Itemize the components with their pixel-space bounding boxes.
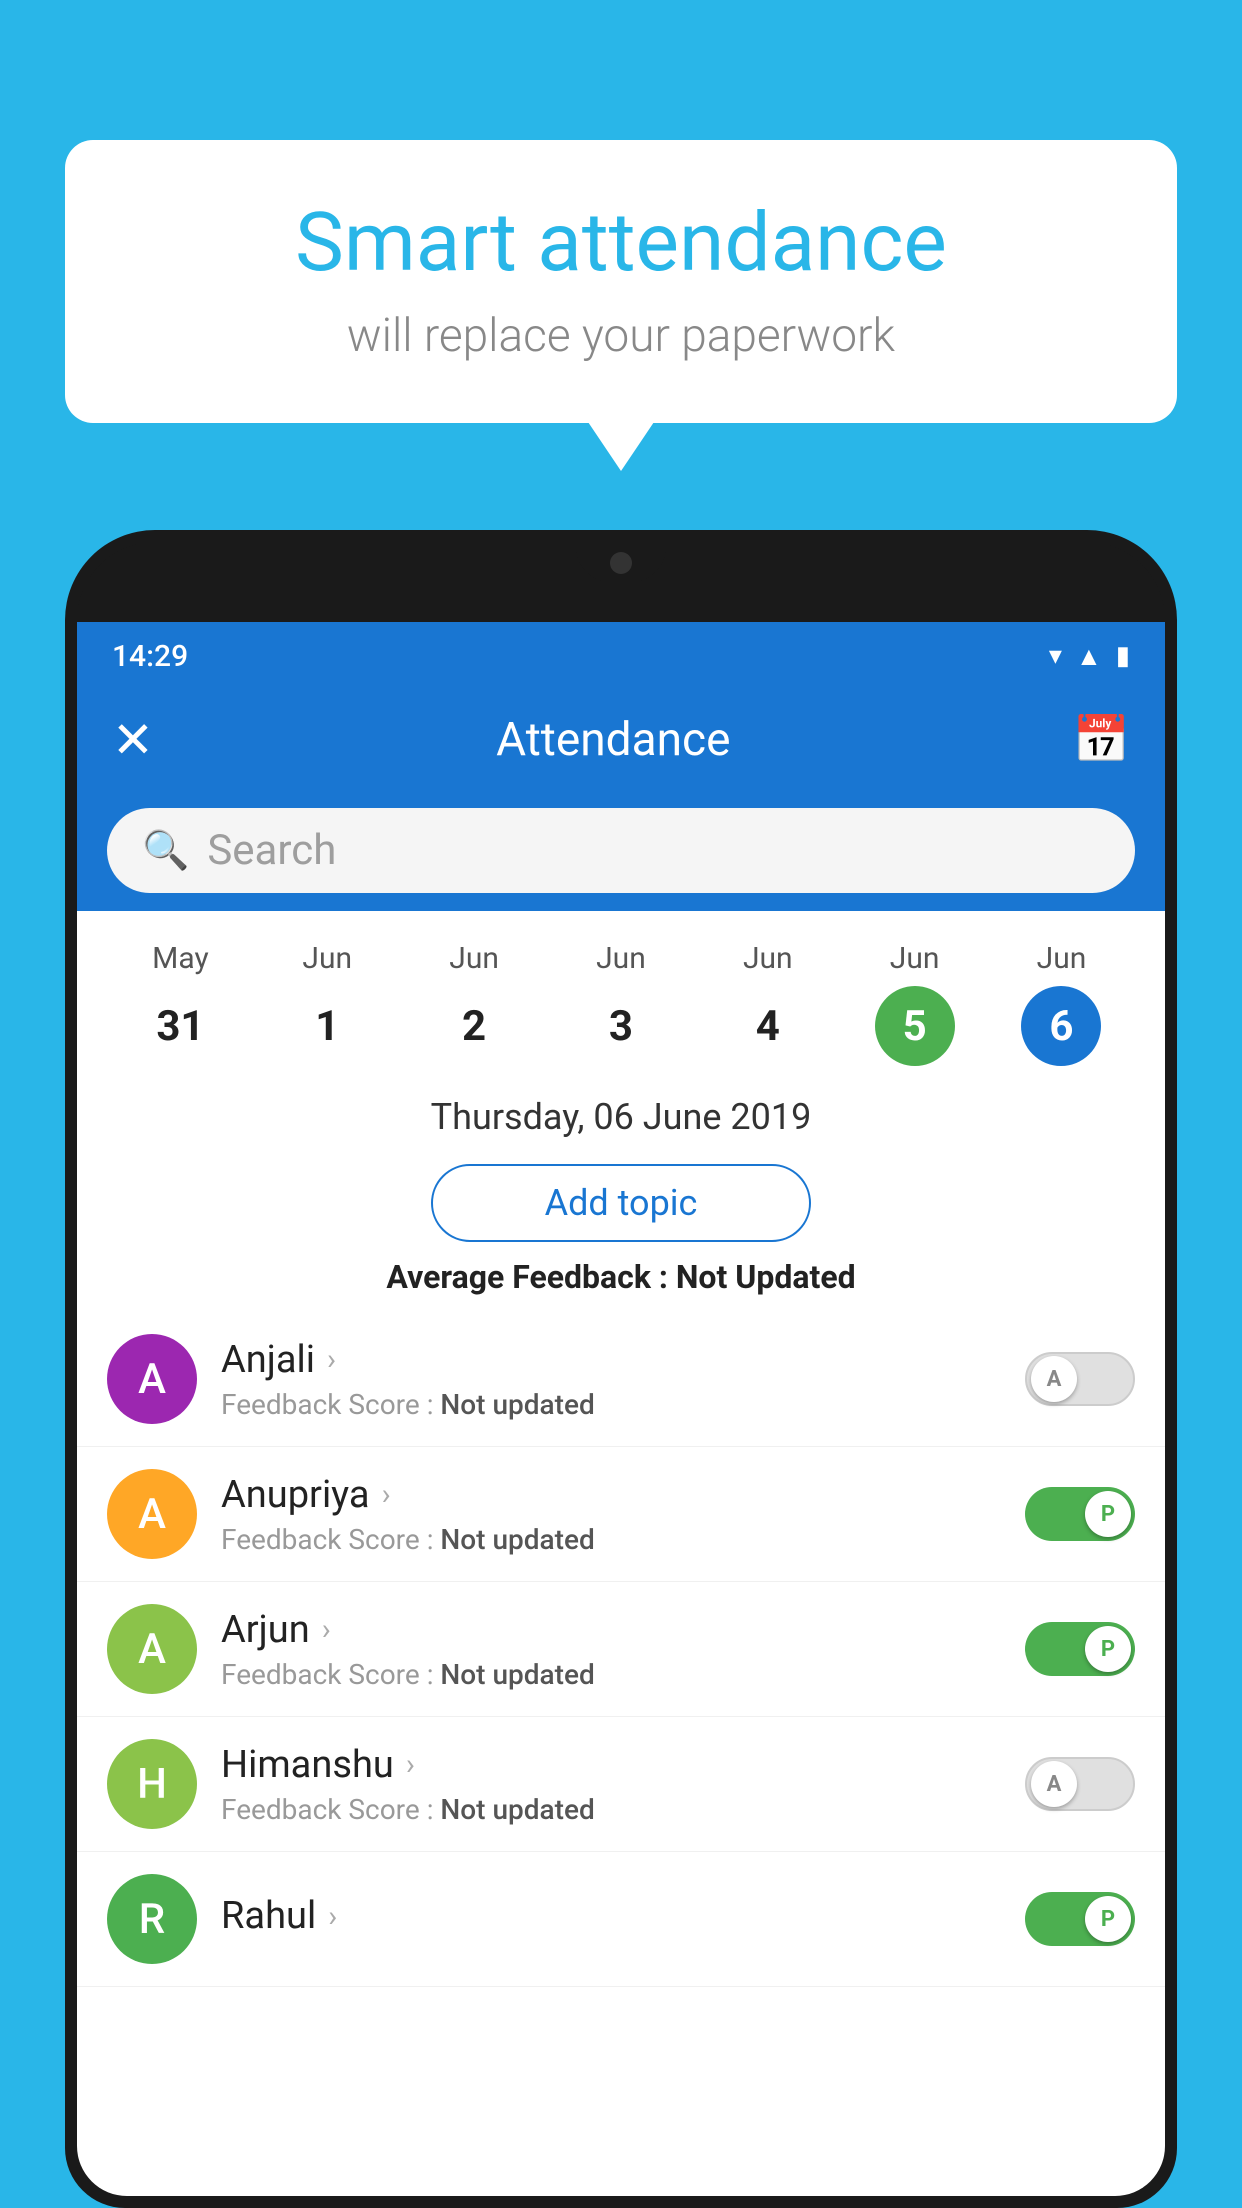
screen-content: May 31 Jun 1 Jun 2 Jun 3 Jun 4 Jun 5 Jun 6 Thursday, …: [77, 911, 1165, 2196]
phone-frame: 14:29 ▾ ▲ ▮ ✕ Attendance 📅 🔍 Search: [65, 530, 1177, 2208]
avg-feedback: Average Feedback : Not Updated: [77, 1258, 1165, 1312]
calendar-day-1[interactable]: Jun 1: [280, 941, 375, 1066]
avatar-4: R: [107, 1874, 197, 1964]
add-topic-button[interactable]: Add topic: [431, 1164, 811, 1242]
avg-feedback-label: Average Feedback :: [386, 1258, 675, 1296]
cal-month-label: Jun: [596, 941, 646, 976]
avatar-1: A: [107, 1469, 197, 1559]
cal-date-label: 4: [728, 986, 808, 1066]
toggle-3[interactable]: A: [1025, 1757, 1135, 1811]
status-bar: 14:29 ▾ ▲ ▮: [77, 622, 1165, 690]
cal-month-label: May: [152, 941, 208, 976]
toggle-2[interactable]: P: [1025, 1622, 1135, 1676]
cal-date-label: 1: [287, 986, 367, 1066]
calendar-icon[interactable]: 📅: [1073, 713, 1130, 767]
student-name-2: Arjun ›: [221, 1608, 1001, 1652]
avatar-2: A: [107, 1604, 197, 1694]
calendar-day-2[interactable]: Jun 2: [427, 941, 522, 1066]
cal-month-label: Jun: [449, 941, 499, 976]
toggle-4[interactable]: P: [1025, 1892, 1135, 1946]
chevron-icon: ›: [382, 1477, 391, 1512]
phone-inner: 14:29 ▾ ▲ ▮ ✕ Attendance 📅 🔍 Search: [77, 542, 1165, 2196]
calendar-day-0[interactable]: May 31: [133, 941, 228, 1066]
toggle-1[interactable]: P: [1025, 1487, 1135, 1541]
selected-date-label: Thursday, 06 June 2019: [77, 1076, 1165, 1148]
feedback-value-0: Not updated: [440, 1388, 594, 1421]
cal-month-label: Jun: [1037, 941, 1087, 976]
feedback-value-3: Not updated: [440, 1793, 594, 1826]
feedback-score-0: Feedback Score : Not updated: [221, 1388, 1001, 1421]
avatar-3: H: [107, 1739, 197, 1829]
student-info-3: Himanshu › Feedback Score : Not updated: [221, 1743, 1001, 1826]
notch: [576, 542, 666, 582]
feedback-value-2: Not updated: [440, 1658, 594, 1691]
app-bar: ✕ Attendance 📅: [77, 690, 1165, 790]
student-info-2: Arjun › Feedback Score : Not updated: [221, 1608, 1001, 1691]
status-icons: ▾ ▲ ▮: [1049, 641, 1130, 672]
student-item-3[interactable]: H Himanshu › Feedback Score : Not updated A: [77, 1717, 1165, 1852]
chevron-icon: ›: [322, 1612, 331, 1647]
student-item-1[interactable]: A Anupriya › Feedback Score : Not updated P: [77, 1447, 1165, 1582]
cal-date-label: 31: [140, 986, 220, 1066]
front-camera: [610, 552, 632, 574]
chevron-icon: ›: [327, 1342, 336, 1377]
battery-icon: ▮: [1116, 641, 1130, 671]
student-list: AAnjali ›Feedback Score : Not updatedAAA…: [77, 1312, 1165, 1987]
toggle-knob-2: P: [1085, 1626, 1131, 1672]
speech-title: Smart attendance: [125, 195, 1117, 291]
cal-date-label: 6: [1021, 986, 1101, 1066]
avg-feedback-value: Not Updated: [676, 1258, 856, 1296]
student-item-0[interactable]: A Anjali › Feedback Score : Not updated A: [77, 1312, 1165, 1447]
calendar-day-3[interactable]: Jun 3: [573, 941, 668, 1066]
speech-subtitle: will replace your paperwork: [125, 309, 1117, 363]
signal-icon: ▲: [1076, 641, 1102, 672]
toggle-0[interactable]: A: [1025, 1352, 1135, 1406]
feedback-score-3: Feedback Score : Not updated: [221, 1793, 1001, 1826]
wifi-icon: ▾: [1049, 641, 1062, 671]
search-bar[interactable]: 🔍 Search: [107, 808, 1135, 893]
speech-bubble-container: Smart attendance will replace your paper…: [65, 140, 1177, 423]
toggle-knob-4: P: [1085, 1896, 1131, 1942]
speech-bubble: Smart attendance will replace your paper…: [65, 140, 1177, 423]
toggle-knob-1: P: [1085, 1491, 1131, 1537]
feedback-value-1: Not updated: [440, 1523, 594, 1556]
status-time: 14:29: [112, 639, 188, 674]
cal-month-label: Jun: [302, 941, 352, 976]
cal-date-label: 5: [875, 986, 955, 1066]
search-bar-container: 🔍 Search: [77, 790, 1165, 911]
student-name-0: Anjali ›: [221, 1338, 1001, 1382]
cal-date-label: 3: [581, 986, 661, 1066]
search-input[interactable]: Search: [207, 826, 336, 875]
calendar-day-5[interactable]: Jun 5: [867, 941, 962, 1066]
feedback-score-1: Feedback Score : Not updated: [221, 1523, 1001, 1556]
calendar-day-4[interactable]: Jun 4: [720, 941, 815, 1066]
student-info-0: Anjali › Feedback Score : Not updated: [221, 1338, 1001, 1421]
student-name-4: Rahul ›: [221, 1894, 1001, 1938]
toggle-knob-0: A: [1031, 1356, 1077, 1402]
close-button[interactable]: ✕: [112, 711, 154, 770]
cal-month-label: Jun: [743, 941, 793, 976]
app-bar-title: Attendance: [496, 713, 730, 767]
student-name-1: Anupriya ›: [221, 1473, 1001, 1517]
chevron-icon: ›: [406, 1747, 415, 1782]
cal-month-label: Jun: [890, 941, 940, 976]
student-info-1: Anupriya › Feedback Score : Not updated: [221, 1473, 1001, 1556]
feedback-score-2: Feedback Score : Not updated: [221, 1658, 1001, 1691]
phone-screen: 14:29 ▾ ▲ ▮ ✕ Attendance 📅 🔍 Search: [77, 622, 1165, 2196]
toggle-knob-3: A: [1031, 1761, 1077, 1807]
chevron-icon: ›: [328, 1899, 337, 1934]
cal-date-label: 2: [434, 986, 514, 1066]
avatar-0: A: [107, 1334, 197, 1424]
student-name-3: Himanshu ›: [221, 1743, 1001, 1787]
calendar-day-6[interactable]: Jun 6: [1014, 941, 1109, 1066]
search-icon: 🔍: [142, 829, 189, 873]
student-item-2[interactable]: A Arjun › Feedback Score : Not updated P: [77, 1582, 1165, 1717]
student-info-4: Rahul ›: [221, 1894, 1001, 1944]
calendar-strip: May 31 Jun 1 Jun 2 Jun 3 Jun 4 Jun 5 Jun 6: [77, 911, 1165, 1076]
student-item-4[interactable]: R Rahul › P: [77, 1852, 1165, 1987]
